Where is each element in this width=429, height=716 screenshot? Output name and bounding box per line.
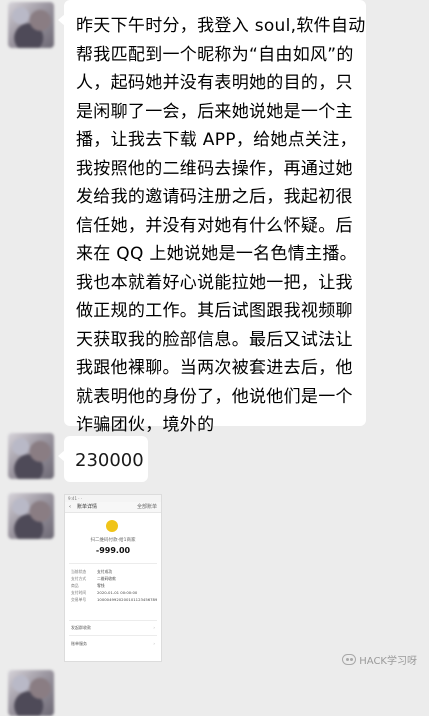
- bill-row: 交易单号 1000049920200101123456789: [71, 597, 157, 602]
- watermark-text: HACK学习呀: [359, 656, 417, 667]
- wechat-icon: [342, 654, 357, 665]
- payment-amount: -999.00: [95, 546, 131, 555]
- contact-avatar[interactable]: [8, 433, 54, 479]
- merchant-name: 扫二维码付款-给1商家: [90, 538, 136, 543]
- contact-avatar[interactable]: [8, 493, 54, 539]
- bill-nav-bar: ‹ 账单详情 全部账单: [65, 502, 161, 513]
- contact-avatar[interactable]: [8, 670, 54, 716]
- back-icon: ‹: [69, 504, 71, 510]
- bill-row: 支付方式 二维码收款: [71, 576, 116, 581]
- payment-screenshot-image[interactable]: 9:41 · · ‹ 账单详情 全部账单 扫二维码付款-给1商家 -999.00…: [64, 494, 162, 662]
- merchant-logo-icon: [106, 520, 118, 532]
- bill-title: 账单详情: [77, 504, 98, 510]
- message-text: 230000: [75, 450, 144, 471]
- all-bills-link: 全部账单: [136, 504, 157, 510]
- bill-row: 当前状态 支付成功: [71, 569, 113, 574]
- message-text: 昨天下午时分，我登入 soul,软件自动帮我匹配到一个昵称为“自由如风”的人，起…: [76, 16, 366, 435]
- divider: [69, 635, 157, 636]
- watermark: HACK学习呀: [342, 652, 417, 667]
- bill-link: 账单服务 ›: [71, 641, 155, 646]
- bill-link: 发起群收款 ›: [71, 625, 155, 630]
- divider: [69, 620, 157, 621]
- status-bar: 9:41 · ·: [65, 495, 161, 502]
- bill-row: 商品 零钱: [71, 583, 105, 588]
- bill-row: 支付时间 2020-01-01 00:00:00: [71, 590, 138, 595]
- contact-avatar[interactable]: [8, 2, 54, 48]
- divider: [69, 563, 157, 564]
